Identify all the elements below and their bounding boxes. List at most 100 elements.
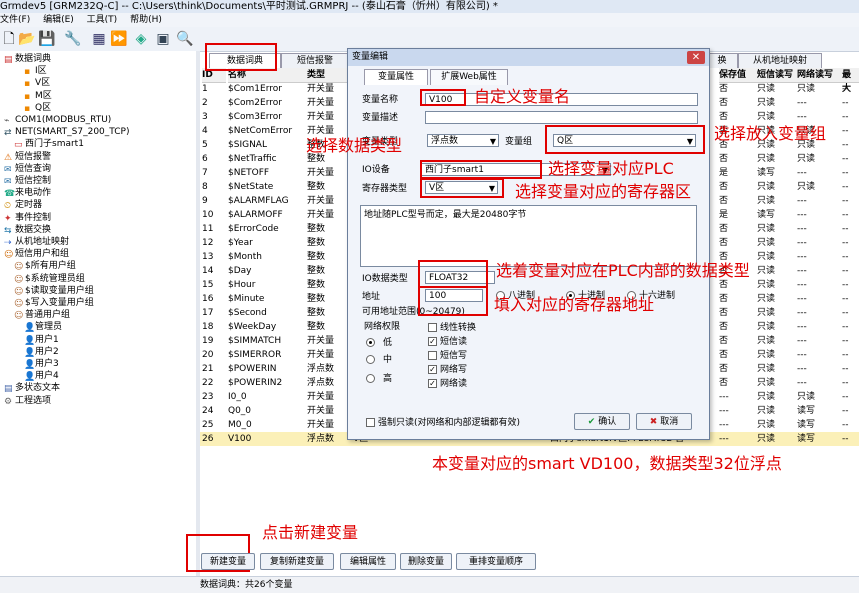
cancel-button[interactable]: ✖ 取消: [636, 413, 692, 430]
tree-item[interactable]: ⌁ COM1(MODBUS_RTU): [4, 114, 111, 126]
table-cell: 26: [202, 434, 214, 444]
table-cell: 整数: [307, 224, 326, 234]
tree-item[interactable]: ☺ $所有用户组: [14, 260, 76, 272]
column-header[interactable]: 网络读写: [797, 68, 842, 83]
upload-icon[interactable]: ◈: [132, 30, 150, 48]
table-cell: 否: [719, 308, 729, 318]
linear-convert-checkbox[interactable]: [428, 323, 437, 332]
tree-item[interactable]: 👤用户1: [24, 334, 59, 346]
perm-low-radio[interactable]: [366, 338, 375, 347]
tree-item[interactable]: ✦ 事件控制: [4, 212, 51, 224]
calculator-icon[interactable]: ▦: [90, 30, 108, 48]
tree-item[interactable]: ☺ 普通用户组: [14, 309, 70, 321]
table-cell: 读写: [797, 406, 816, 416]
table-cell: 只读: [797, 84, 816, 94]
ok-button[interactable]: ✔ 确认: [574, 413, 630, 430]
column-header[interactable]: 类型: [307, 68, 347, 83]
tree-item[interactable]: ⇢ 从机地址映射: [4, 236, 69, 248]
variable-type-select[interactable]: 浮点数 ▼: [427, 134, 499, 147]
table-cell: 开关量: [307, 420, 335, 430]
table-cell: ---: [797, 112, 807, 122]
menu-edit[interactable]: 编辑(E): [43, 15, 74, 25]
column-header[interactable]: 最大: [842, 68, 859, 94]
column-header[interactable]: 保存值: [719, 68, 757, 83]
tree-item[interactable]: ☺ $写入变量用户组: [14, 297, 94, 309]
tab-web-properties[interactable]: 扩展Web属性: [430, 69, 508, 85]
sms-write-checkbox[interactable]: [428, 351, 437, 360]
tree-item[interactable]: ▭ 西门子smart1: [14, 138, 84, 150]
close-icon[interactable]: ✕: [687, 51, 705, 64]
tree-item-label: COM1(MODBUS_RTU): [15, 115, 112, 125]
tab-sms-alarm[interactable]: 短信报警: [281, 53, 349, 69]
save-icon[interactable]: 💾: [38, 30, 56, 48]
annotation-select-group: 选择放入变量组: [714, 124, 827, 143]
table-cell: I0_0: [228, 392, 247, 402]
table-cell: 否: [719, 322, 729, 332]
tree-item[interactable]: ✉ 短信控制: [4, 175, 51, 187]
table-cell: $Second: [228, 308, 267, 318]
tree-item[interactable]: ⇄ NET(SMART_S7_200_TCP): [4, 126, 129, 138]
tree-item[interactable]: ☎来电动作: [4, 187, 51, 199]
wrench-icon[interactable]: 🔧: [64, 30, 82, 48]
tree-item[interactable]: 👤用户4: [24, 370, 59, 382]
tree-item[interactable]: ⚠ 短信报警: [4, 151, 51, 163]
reorder-variables-button[interactable]: 重排变量顺序: [456, 553, 536, 570]
tree-node-icon: ⚠: [4, 152, 13, 163]
force-readonly-checkbox[interactable]: [366, 418, 375, 427]
check-icon: ✔: [587, 417, 596, 427]
net-read-checkbox[interactable]: ✓: [428, 379, 437, 388]
sms-read-checkbox[interactable]: ✓: [428, 337, 437, 346]
table-cell: ---: [797, 168, 807, 178]
variable-desc-input[interactable]: [425, 111, 698, 124]
download-icon[interactable]: ⏩: [110, 30, 128, 48]
table-cell: $Hour: [228, 280, 256, 290]
annotation-custom-name: 自定义变量名: [474, 87, 571, 106]
tree-item[interactable]: ▤ 多状态文本: [4, 382, 60, 394]
tree-node-icon: ✉: [4, 177, 12, 187]
tree-item[interactable]: 👤用户2: [24, 346, 59, 358]
tree-node-icon: 👤: [24, 372, 36, 383]
perm-high-radio[interactable]: [366, 374, 375, 383]
tree-item[interactable]: 👤用户3: [24, 358, 59, 370]
menu-help[interactable]: 帮助(H): [130, 15, 162, 25]
delete-variable-button[interactable]: 删除变量: [400, 553, 452, 570]
tree-item[interactable]: ▪ M区: [24, 90, 52, 102]
tree-item[interactable]: ⚙ 工程选项: [4, 395, 51, 407]
search-icon[interactable]: 🔍: [176, 30, 194, 48]
table-cell: 否: [719, 378, 729, 388]
tree-item[interactable]: ☺ $系统管理员组: [14, 273, 85, 285]
table-cell: 整数: [307, 182, 326, 192]
new-file-icon[interactable]: 🗋: [0, 30, 18, 48]
tree-item[interactable]: ▪ Q区: [24, 102, 51, 114]
tab-variable-properties[interactable]: 变量属性: [364, 69, 428, 85]
monitor-icon[interactable]: ▣: [154, 30, 172, 48]
table-cell: $Com2Error: [228, 98, 282, 108]
tree-item[interactable]: ⏲ 定时器: [4, 199, 42, 211]
copy-new-variable-button[interactable]: 复制新建变量: [260, 553, 334, 570]
table-cell: $Com1Error: [228, 84, 282, 94]
tab-exchange[interactable]: 换: [706, 53, 738, 69]
tab-slave-address-map[interactable]: 从机地址映射: [738, 53, 822, 69]
table-cell: $Minute: [228, 294, 265, 304]
tree-item[interactable]: 👤管理员: [24, 321, 62, 333]
menu-file[interactable]: 文件(F): [0, 15, 30, 25]
tree-item[interactable]: ▪ V区: [24, 77, 50, 89]
address-label: 地址: [362, 292, 381, 302]
open-folder-icon[interactable]: 📂: [18, 30, 36, 48]
table-cell: $NETOFF: [228, 168, 270, 178]
net-write-checkbox[interactable]: ✓: [428, 365, 437, 374]
edit-properties-button[interactable]: 编辑属性: [340, 553, 396, 570]
new-variable-button[interactable]: 新建变量: [201, 553, 255, 570]
tree-item[interactable]: ☺ $读取变量用户组: [14, 285, 94, 297]
tree-item[interactable]: ▪ I区: [24, 65, 47, 77]
column-header[interactable]: 短信读写: [757, 68, 797, 83]
table-cell: ---: [797, 308, 807, 318]
tree-item[interactable]: ⇆ 数据交换: [4, 224, 51, 236]
name-label: 变量名称: [362, 95, 399, 105]
tree-item[interactable]: ☺ 短信用户和组: [4, 248, 69, 260]
menu-tools[interactable]: 工具(T): [87, 15, 118, 25]
perm-mid-radio[interactable]: [366, 355, 375, 364]
tree-item[interactable]: ▤ 数据词典: [4, 53, 51, 65]
tree-item[interactable]: ✉ 短信查询: [4, 163, 51, 175]
table-cell: 读写: [797, 420, 816, 430]
